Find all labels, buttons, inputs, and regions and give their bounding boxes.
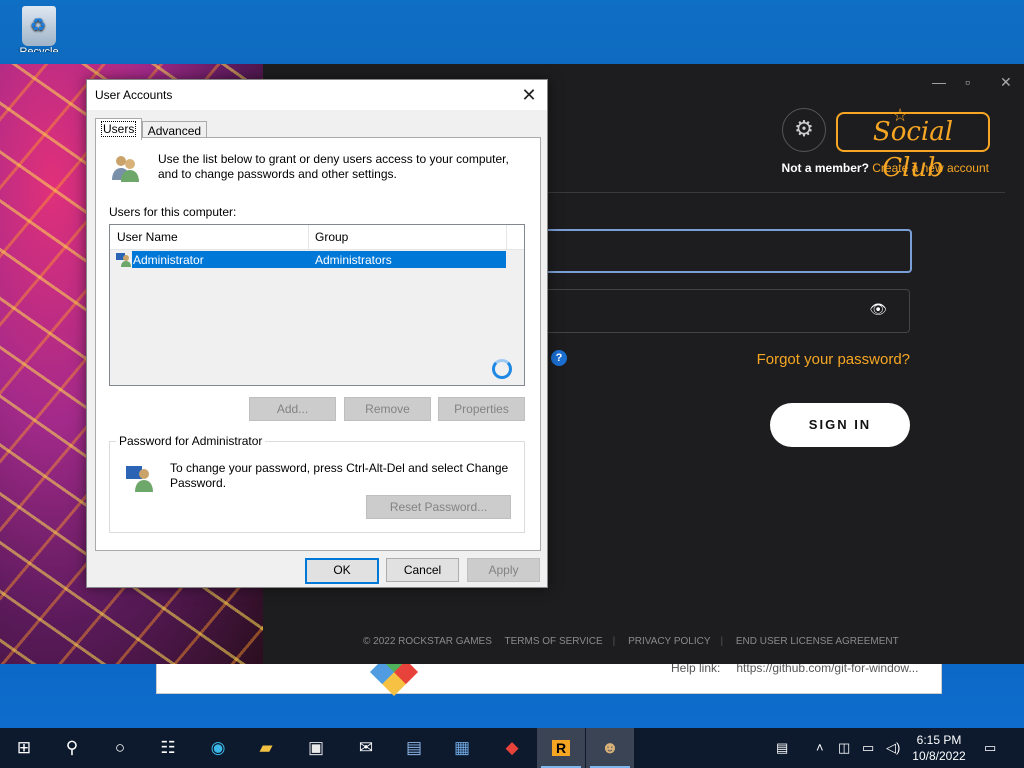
recycle-bin-icon <box>22 6 56 46</box>
clock-time: 6:15 PM <box>916 733 962 747</box>
password-field[interactable]: 👁 <box>538 289 910 333</box>
chevron-up-icon[interactable]: ˄ <box>816 740 824 755</box>
help-question-icon[interactable]: ? <box>551 350 567 366</box>
sign-in-button[interactable]: SIGN IN <box>770 403 910 447</box>
reset-password-button[interactable]: Reset Password... <box>366 495 511 519</box>
task-view-icon[interactable]: ☷ <box>144 728 192 768</box>
rockstar-icon[interactable]: R <box>537 728 585 768</box>
maximize-icon[interactable]: ▫ <box>965 74 970 90</box>
column-user-name[interactable]: User Name <box>117 230 178 244</box>
column-separator <box>308 225 309 249</box>
copyright-text: © 2022 ROCKSTAR GAMES <box>363 636 492 647</box>
control-panel-icon[interactable]: ▦ <box>438 728 486 768</box>
remove-button[interactable]: Remove <box>344 397 431 421</box>
start-windows-icon[interactable]: ⊞ <box>0 728 48 768</box>
email-field[interactable] <box>538 229 912 273</box>
eula-link[interactable]: END USER LICENSE AGREEMENT <box>736 636 899 647</box>
users-list[interactable]: User Name Group Administrator Administra… <box>109 224 525 386</box>
apply-button[interactable]: Apply <box>467 558 540 582</box>
add-button[interactable]: Add... <box>249 397 336 421</box>
row-group: Administrators <box>315 253 392 267</box>
column-separator <box>506 225 507 249</box>
password-group: Password for Administrator To change you… <box>109 434 525 533</box>
footer-separator: | <box>720 636 724 647</box>
users-tab-panel: Use the list below to grant or deny user… <box>95 137 541 551</box>
info-text: Use the list below to grant or deny user… <box>158 152 528 182</box>
user-password-icon <box>126 466 153 492</box>
dialog-title-bar: User Accounts ✕ <box>87 80 547 110</box>
settings-gear-icon[interactable]: ⚙ <box>782 108 826 152</box>
properties-button[interactable]: Properties <box>438 397 525 421</box>
taskbar: ⊞ ⚲ ○ ☷ ◉ ▰ ▣ ✉ ▤ ▦ ◆ R ☻ ▤ ˄ ◫ ▭ ◁) 6:1… <box>0 728 1024 768</box>
notification-icon[interactable]: ▭ <box>984 740 996 756</box>
search-icon[interactable]: ⚲ <box>48 728 96 768</box>
user-accounts-dialog: User Accounts ✕ Users Advanced Use the l… <box>86 79 548 588</box>
divider <box>545 192 1005 193</box>
mail-icon[interactable]: ✉ <box>342 728 390 768</box>
social-club-logo: ☆ Social Club <box>836 105 990 183</box>
password-line-2: Password. <box>170 476 227 490</box>
file-explorer-icon[interactable]: ▰ <box>242 728 290 768</box>
recycle-bin-label: Recycle Bin <box>19 46 59 52</box>
not-member-text: Not a member? <box>781 161 869 175</box>
create-account-link[interactable]: Create a new account <box>872 161 989 175</box>
footer-links: © 2022 ROCKSTAR GAMES TERMS OF SERVICE | … <box>363 636 909 647</box>
not-member-row: Not a member? Create a new account <box>782 161 989 175</box>
news-icon[interactable]: ▤ <box>776 740 788 756</box>
ok-button[interactable]: OK <box>305 558 379 584</box>
user-accounts-window-icon[interactable]: ☻ <box>586 728 634 768</box>
tab-users-label: Users <box>101 121 137 137</box>
meet-icon[interactable]: ◫ <box>838 740 850 756</box>
minimize-icon[interactable]: — <box>932 74 946 90</box>
password-group-label: Password for Administrator <box>116 434 266 448</box>
tab-bar: Users Advanced <box>95 118 208 140</box>
info-line-2: and to change passwords and other settin… <box>158 167 397 181</box>
tab-advanced-label: Advanced <box>147 124 202 138</box>
close-icon[interactable]: ✕ <box>1000 74 1012 91</box>
volume-icon[interactable]: ◁) <box>886 740 900 756</box>
password-info-text: To change your password, press Ctrl-Alt-… <box>170 461 510 491</box>
cortana-icon[interactable]: ○ <box>96 728 144 768</box>
table-row[interactable]: Administrator Administrators <box>132 251 506 268</box>
users-icon <box>112 156 139 182</box>
user-row-icon <box>116 253 131 267</box>
forgot-password-link[interactable]: Forgot your password? <box>757 351 910 368</box>
recycle-bin-desktop-icon[interactable]: Recycle Bin <box>14 6 64 52</box>
row-user-name: Administrator <box>133 253 204 267</box>
terms-link[interactable]: TERMS OF SERVICE <box>505 636 603 647</box>
list-header: User Name Group <box>110 225 524 250</box>
close-icon[interactable]: ✕ <box>517 83 541 107</box>
network-icon[interactable]: ▭ <box>862 740 874 756</box>
clock[interactable]: 6:15 PM 10/8/2022 <box>908 732 970 764</box>
column-group[interactable]: Group <box>315 230 348 244</box>
password-line-1: To change your password, press Ctrl-Alt-… <box>170 461 509 475</box>
git-icon[interactable]: ◆ <box>488 728 536 768</box>
cancel-button[interactable]: Cancel <box>386 558 459 582</box>
info-line-1: Use the list below to grant or deny user… <box>158 152 509 166</box>
footer-separator: | <box>612 636 616 647</box>
loading-spinner-icon <box>492 359 512 379</box>
users-list-label: Users for this computer: <box>109 205 237 219</box>
edge-icon[interactable]: ◉ <box>194 728 242 768</box>
store-icon[interactable]: ▣ <box>292 728 340 768</box>
show-password-eye-icon[interactable]: 👁 <box>869 301 887 318</box>
star-icon: ☆ <box>892 105 909 126</box>
tab-users[interactable]: Users <box>95 118 143 140</box>
clock-date: 10/8/2022 <box>912 749 966 763</box>
user-accounts-cpl-icon[interactable]: ▤ <box>390 728 438 768</box>
privacy-link[interactable]: PRIVACY POLICY <box>628 636 710 647</box>
dialog-title: User Accounts <box>95 88 173 102</box>
